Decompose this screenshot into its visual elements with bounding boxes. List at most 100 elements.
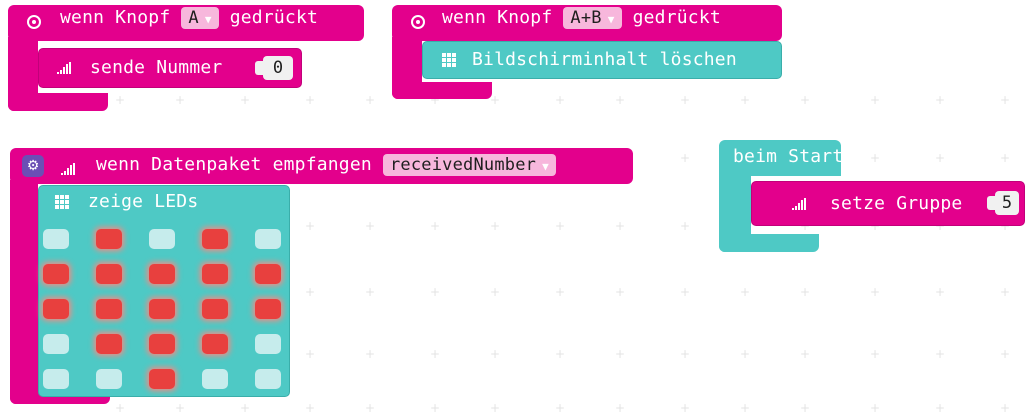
- on-start-label: beim Start: [733, 146, 844, 167]
- on-button-ab-title: wenn Knopf A+B ▼ gedrückt: [442, 7, 721, 29]
- led-2-0[interactable]: [43, 299, 69, 319]
- led-1-2[interactable]: [149, 264, 175, 284]
- grid-plus-marker: +: [430, 347, 441, 361]
- signal-icon: [792, 198, 808, 210]
- grid-plus-marker: +: [615, 401, 626, 415]
- grid-plus-marker: +: [490, 347, 501, 361]
- grid-plus-marker: +: [680, 93, 691, 107]
- grid-plus-marker: +: [800, 285, 811, 299]
- led-0-2[interactable]: [149, 229, 175, 249]
- led-2-3[interactable]: [202, 299, 228, 319]
- grid-plus-marker: +: [935, 151, 946, 165]
- led-3-3[interactable]: [202, 334, 228, 354]
- grid-plus-marker: +: [115, 93, 126, 107]
- grid-plus-marker: +: [615, 347, 626, 361]
- led-4-3[interactable]: [202, 369, 228, 389]
- signal-icon: [61, 163, 77, 175]
- grid-plus-marker: +: [740, 285, 751, 299]
- grid-plus-marker: +: [870, 347, 881, 361]
- button-select-dropdown[interactable]: A ▼: [181, 7, 219, 29]
- grid-plus-marker: +: [555, 93, 566, 107]
- led-2-4[interactable]: [255, 299, 281, 319]
- on-radio-received-title: wenn Datenpaket empfangen receivedNumber…: [96, 154, 556, 176]
- grid-plus-marker: +: [240, 93, 251, 107]
- grid-plus-marker: +: [305, 347, 316, 361]
- grid-plus-marker: +: [935, 347, 946, 361]
- grid-plus-marker: +: [305, 401, 316, 415]
- input-notch: [987, 196, 995, 210]
- grid-plus-marker: +: [490, 285, 501, 299]
- grid-plus-marker: +: [365, 347, 376, 361]
- led-3-2[interactable]: [149, 334, 175, 354]
- led-1-0[interactable]: [43, 264, 69, 284]
- grid-plus-marker: +: [1000, 151, 1011, 165]
- led-0-1[interactable]: [96, 229, 122, 249]
- show-leds-block[interactable]: [38, 185, 290, 397]
- led-1-4[interactable]: [255, 264, 281, 284]
- grid-plus-marker: +: [680, 347, 691, 361]
- led-4-1[interactable]: [96, 369, 122, 389]
- grid-plus-marker: +: [115, 401, 126, 415]
- led-3-0[interactable]: [43, 334, 69, 354]
- led-1-1[interactable]: [96, 264, 122, 284]
- grid-plus-marker: +: [555, 285, 566, 299]
- grid-plus-marker: +: [175, 401, 186, 415]
- grid-plus-marker: +: [240, 401, 251, 415]
- led-3-1[interactable]: [96, 334, 122, 354]
- grid-plus-marker: +: [305, 285, 316, 299]
- grid-plus-marker: +: [365, 219, 376, 233]
- on-radio-received-spine: [10, 180, 38, 404]
- grid-plus-marker: +: [490, 401, 501, 415]
- grid-plus-marker: +: [935, 285, 946, 299]
- grid-plus-marker: +: [490, 219, 501, 233]
- grid-plus-marker: +: [1000, 285, 1011, 299]
- grid-plus-marker: +: [175, 93, 186, 107]
- button-select-dropdown[interactable]: A+B ▼: [563, 7, 622, 29]
- grid-plus-marker: +: [800, 347, 811, 361]
- grid-plus-marker: +: [1000, 93, 1011, 107]
- led-0-3[interactable]: [202, 229, 228, 249]
- grid-plus-marker: +: [870, 151, 881, 165]
- set-group-value[interactable]: 5: [995, 191, 1019, 215]
- caret-down-icon: ▼: [607, 13, 615, 26]
- grid-plus-marker: +: [555, 347, 566, 361]
- radio-button-icon: [411, 15, 425, 29]
- led-4-2[interactable]: [149, 369, 175, 389]
- input-notch: [255, 61, 263, 75]
- grid-plus-marker: +: [680, 151, 691, 165]
- clear-screen-label: Bildschirminhalt löschen: [472, 49, 737, 70]
- led-3-4[interactable]: [255, 334, 281, 354]
- led-1-3[interactable]: [202, 264, 228, 284]
- grid-plus-marker: +: [800, 93, 811, 107]
- grid-plus-marker: +: [680, 219, 691, 233]
- grid-plus-marker: +: [1000, 401, 1011, 415]
- grid-plus-marker: +: [615, 285, 626, 299]
- grid-plus-marker: +: [680, 401, 691, 415]
- gear-icon[interactable]: ⚙: [22, 155, 44, 177]
- grid-plus-marker: +: [305, 93, 316, 107]
- grid-plus-marker: +: [615, 93, 626, 107]
- caret-down-icon: ▼: [204, 13, 212, 26]
- led-4-4[interactable]: [255, 369, 281, 389]
- grid-plus-marker: +: [615, 219, 626, 233]
- grid-plus-marker: +: [935, 401, 946, 415]
- grid-plus-marker: +: [740, 401, 751, 415]
- grid-plus-marker: +: [430, 285, 441, 299]
- grid-plus-marker: +: [870, 401, 881, 415]
- grid-plus-marker: +: [870, 285, 881, 299]
- grid-plus-marker: +: [870, 93, 881, 107]
- led-0-4[interactable]: [255, 229, 281, 249]
- radio-button-icon: [27, 15, 41, 29]
- caret-down-icon: ▼: [542, 160, 549, 173]
- led-2-1[interactable]: [96, 299, 122, 319]
- grid-plus-marker: +: [430, 219, 441, 233]
- grid-plus-marker: +: [555, 401, 566, 415]
- received-variable-dropdown[interactable]: receivedNumber ▼: [382, 154, 556, 176]
- grid-plus-marker: +: [430, 401, 441, 415]
- grid-plus-marker: +: [680, 285, 691, 299]
- led-0-0[interactable]: [43, 229, 69, 249]
- grid-plus-marker: +: [305, 219, 316, 233]
- send-number-value[interactable]: 0: [263, 56, 293, 80]
- led-2-2[interactable]: [149, 299, 175, 319]
- led-4-0[interactable]: [43, 369, 69, 389]
